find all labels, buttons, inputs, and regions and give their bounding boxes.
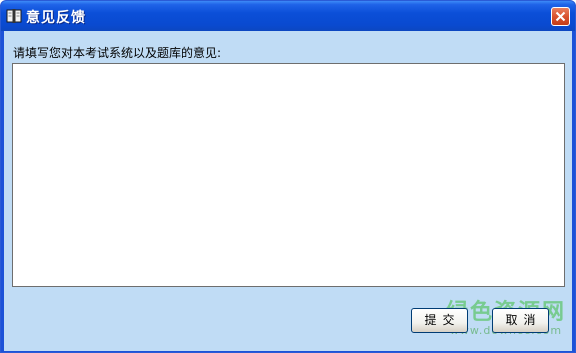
close-icon [555, 11, 566, 22]
feedback-textarea[interactable] [12, 63, 565, 287]
cancel-button[interactable]: 取消 [492, 308, 549, 333]
feedback-prompt-label: 请填写您对本考试系统以及题库的意见: [13, 46, 222, 60]
feedback-dialog: 意见反馈 请填写您对本考试系统以及题库的意见: 绿色资源网 www.downcc… [0, 0, 576, 353]
window-title: 意见反馈 [26, 10, 86, 26]
title-bar[interactable]: 意见反馈 [1, 1, 575, 31]
close-button[interactable] [551, 7, 570, 26]
submit-button[interactable]: 提交 [411, 308, 468, 333]
dialog-body: 请填写您对本考试系统以及题库的意见: 绿色资源网 www.downcc.com … [4, 31, 572, 351]
book-icon [5, 7, 23, 25]
